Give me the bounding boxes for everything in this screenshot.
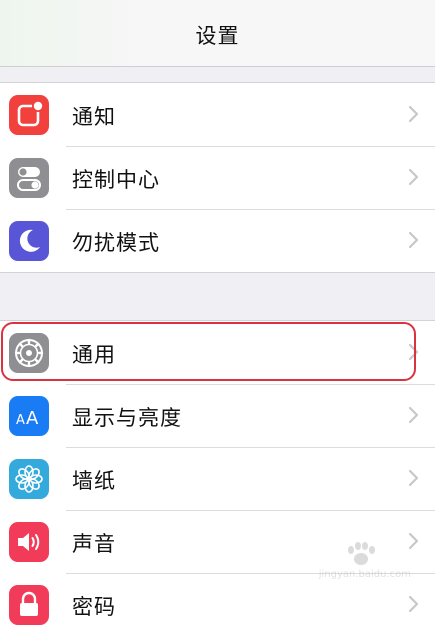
- paw-logo-icon: [348, 542, 375, 565]
- settings-row-control-center[interactable]: 控制中心: [0, 146, 435, 209]
- settings-row-do-not-disturb[interactable]: 勿扰模式: [0, 209, 435, 272]
- wallpaper-icon: [9, 459, 49, 499]
- settings-row-label: 密码: [72, 595, 116, 619]
- settings-row-wallpaper[interactable]: 墙纸: [0, 447, 435, 510]
- settings-row-label: 控制中心: [72, 168, 160, 192]
- notifications-icon: [9, 95, 49, 135]
- chevron-right-icon: [408, 406, 419, 424]
- passcode-icon: [9, 585, 49, 625]
- chevron-right-icon: [408, 231, 419, 249]
- chevron-right-icon: [408, 168, 419, 186]
- settings-row-general[interactable]: 通用: [0, 321, 435, 384]
- chevron-right-icon: [408, 595, 419, 613]
- settings-row-notifications[interactable]: 通知: [0, 83, 435, 146]
- settings-group-1: 通知 控制中心 勿扰模式: [0, 82, 435, 273]
- display-brightness-icon: A A: [9, 396, 49, 436]
- control-center-icon: [9, 158, 49, 198]
- chevron-right-icon: [408, 105, 419, 123]
- settings-row-label: 通用: [72, 343, 116, 367]
- settings-row-label: 通知: [72, 105, 116, 129]
- settings-row-label: 墙纸: [72, 469, 116, 493]
- settings-row-label: 声音: [72, 532, 116, 556]
- navigation-bar: 设置: [0, 0, 435, 67]
- settings-row-label: 勿扰模式: [72, 231, 160, 255]
- chevron-right-icon: [408, 343, 419, 361]
- watermark: jingyan.baidu.com: [311, 540, 411, 580]
- do-not-disturb-icon: [9, 221, 49, 261]
- settings-row-display-brightness[interactable]: A A 显示与亮度: [0, 384, 435, 447]
- svg-text:A: A: [26, 408, 39, 429]
- sounds-icon: [9, 522, 49, 562]
- page-title: 设置: [195, 24, 240, 48]
- settings-row-label: 显示与亮度: [72, 406, 182, 430]
- watermark-text: jingyan.baidu.com: [318, 569, 411, 580]
- settings-group-2: 通用 A A 显示与亮度 墙纸 声音 密码: [0, 320, 435, 636]
- settings-row-passcode[interactable]: 密码: [0, 573, 435, 636]
- svg-text:A: A: [16, 413, 25, 428]
- gear-icon: [9, 333, 49, 373]
- chevron-right-icon: [408, 469, 419, 487]
